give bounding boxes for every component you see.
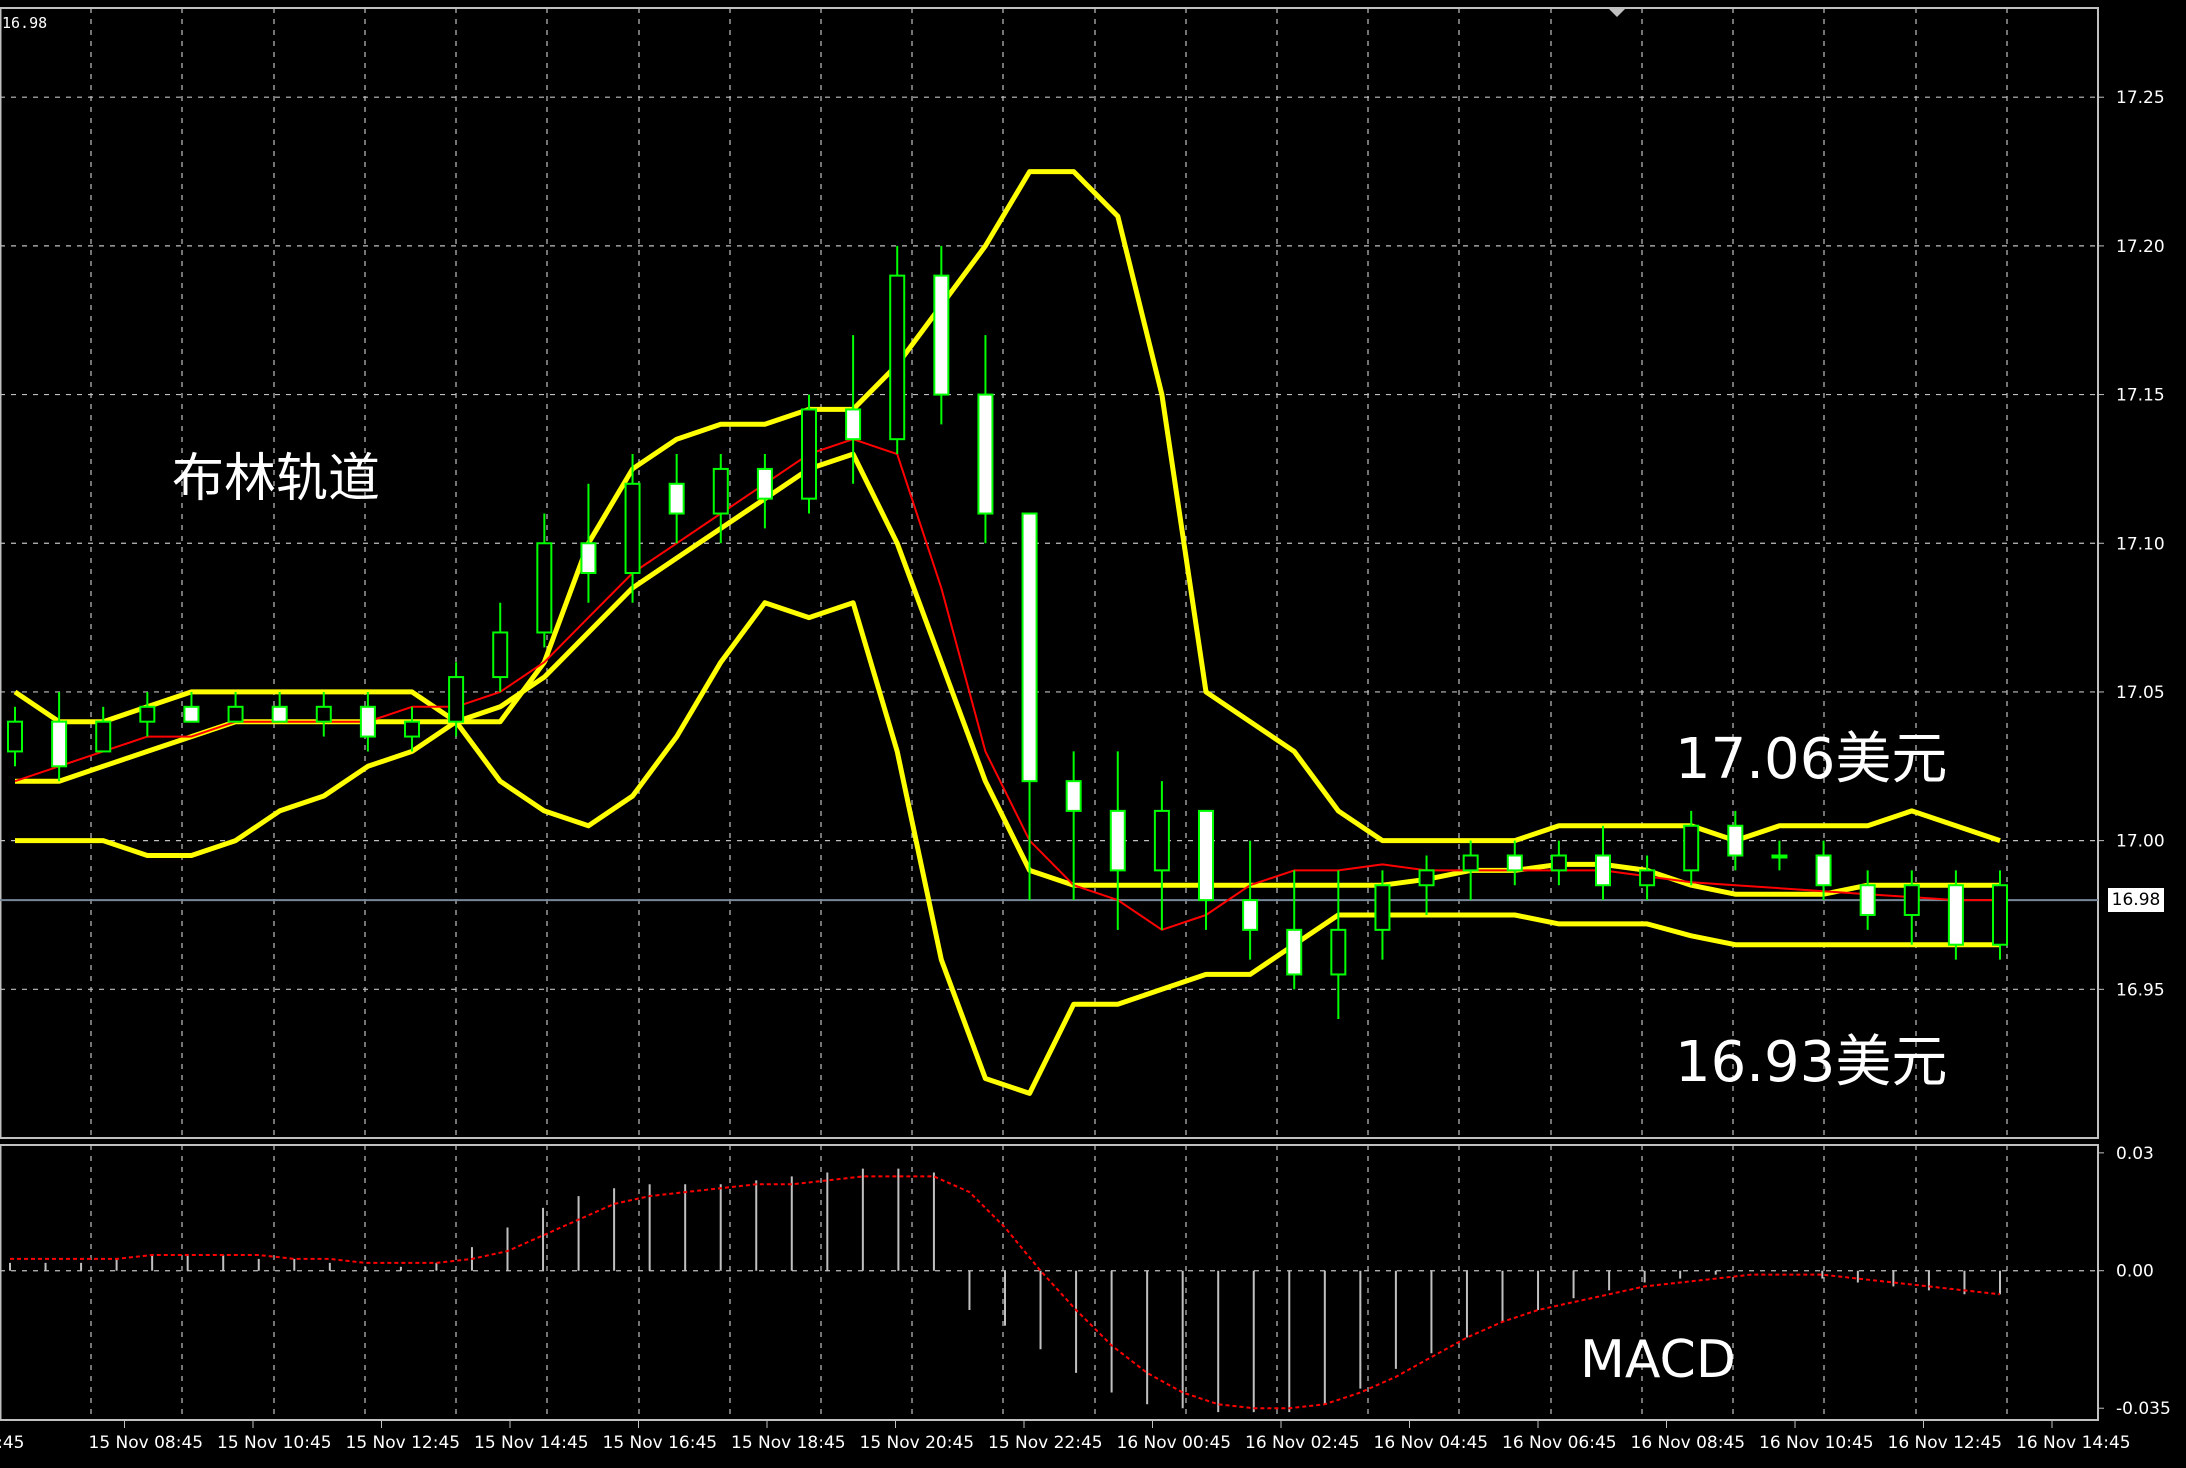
candle-body — [1595, 854, 1611, 887]
macd-annotation: MACD — [1580, 1330, 1736, 1390]
x-tick-label: 16 Nov 12:45 — [1888, 1433, 2003, 1453]
x-tick-label: 15 Nov 16:45 — [603, 1433, 718, 1453]
moving-average-line — [14, 438, 2000, 931]
current-price-tag: 16.98 — [2108, 888, 2164, 913]
x-tick-label: 15 Nov 12:45 — [346, 1433, 461, 1453]
candle-body — [1815, 854, 1832, 887]
corner-price-label: 16.98 — [2, 14, 48, 32]
main-pane-border — [0, 7, 2099, 1139]
candle-body — [227, 705, 244, 723]
candle-body — [404, 720, 420, 738]
candle-body — [1727, 824, 1744, 857]
x-tick-label: 15 Nov 22:45 — [988, 1433, 1103, 1453]
candle-body — [448, 676, 465, 723]
candle-body — [933, 274, 950, 396]
candle-body — [1065, 780, 1082, 812]
candle-body — [1109, 809, 1126, 872]
candle-body — [1639, 869, 1656, 887]
candle-body — [139, 705, 156, 723]
candle-body — [1462, 854, 1479, 872]
x-tick-label: 16 Nov 08:45 — [1631, 1433, 1746, 1453]
candle-body — [1859, 884, 1876, 916]
x-tick-label: 15 Nov 20:45 — [860, 1433, 975, 1453]
macd-y-tick-label: 0.00 — [2116, 1262, 2154, 1282]
x-tick-label: 15 Nov 10:45 — [217, 1433, 332, 1453]
x-tick-label: 15 Nov 14:45 — [474, 1433, 589, 1453]
candle-body — [271, 705, 288, 723]
candle-body — [1198, 809, 1214, 902]
bollinger-bands — [13, 169, 2001, 1096]
chart-annotation-bollinger: 布林轨道 — [172, 449, 381, 509]
x-tick-label: 16 Nov 04:45 — [1374, 1433, 1489, 1453]
candle-body — [7, 720, 23, 753]
candle-body — [756, 467, 773, 500]
x-tick-label: 15 Nov 08:45 — [89, 1433, 204, 1453]
candle-body — [315, 705, 332, 723]
lower-band-annotation: 16.93美元 — [1675, 1030, 1948, 1095]
candle-body — [183, 705, 200, 723]
candle-body — [1506, 854, 1523, 872]
upper-band-annotation: 17.06美元 — [1675, 727, 1948, 792]
candle-body — [977, 393, 994, 515]
y-tick-label: 16.95 — [2116, 980, 2165, 1000]
candle-body — [1330, 928, 1347, 976]
y-tick-label: 17.10 — [2116, 534, 2165, 554]
x-tick-label: 16 Nov 10:45 — [1759, 1433, 1874, 1453]
candle-body — [1286, 928, 1303, 976]
candle-body — [1550, 854, 1567, 872]
x-tick-label: 16 Nov 14:45 — [2016, 1433, 2131, 1453]
candle-body — [845, 408, 862, 441]
candle-body — [712, 467, 729, 515]
candle-body — [1903, 884, 1920, 916]
y-tick-label: 17.00 — [2116, 832, 2165, 852]
y-tick-label: 17.25 — [2116, 88, 2165, 108]
x-tick-label: v 06:45 — [0, 1433, 24, 1453]
x-tick-label: 15 Nov 18:45 — [731, 1433, 846, 1453]
candle-body — [536, 542, 553, 634]
x-tick-label: 16 Nov 00:45 — [1117, 1433, 1232, 1453]
candle-body — [1418, 869, 1435, 887]
candle-body — [1374, 884, 1391, 931]
candles — [7, 245, 2008, 1020]
x-tick-label: 16 Nov 06:45 — [1502, 1433, 1617, 1453]
candle-body — [580, 542, 597, 575]
candle-body — [95, 720, 112, 753]
y-tick-label: 17.20 — [2116, 237, 2165, 257]
candle-body — [359, 705, 376, 738]
macd-pane-border — [0, 1144, 2099, 1421]
macd-y-tick-label: -0.035 — [2116, 1399, 2171, 1419]
candle-body — [1771, 854, 1788, 859]
candle-body — [1947, 884, 1964, 946]
candle-body — [1021, 512, 1038, 783]
candle-body — [1683, 824, 1700, 872]
candle-body — [889, 274, 906, 441]
candle-body — [624, 482, 641, 574]
candle-body — [668, 482, 685, 515]
candle-body — [1992, 884, 2008, 946]
candle-body — [492, 631, 509, 679]
y-tick-label: 17.05 — [2116, 683, 2165, 703]
candle-body — [1153, 809, 1170, 872]
macd-y-tick-label: 0.03 — [2116, 1144, 2154, 1164]
candle-body — [1242, 899, 1259, 931]
candle-body — [801, 408, 817, 500]
scroll-marker-icon — [1608, 8, 1626, 17]
y-tick-label: 17.15 — [2116, 386, 2165, 406]
x-tick-label: 16 Nov 02:45 — [1245, 1433, 1360, 1453]
candle-body — [51, 720, 68, 768]
